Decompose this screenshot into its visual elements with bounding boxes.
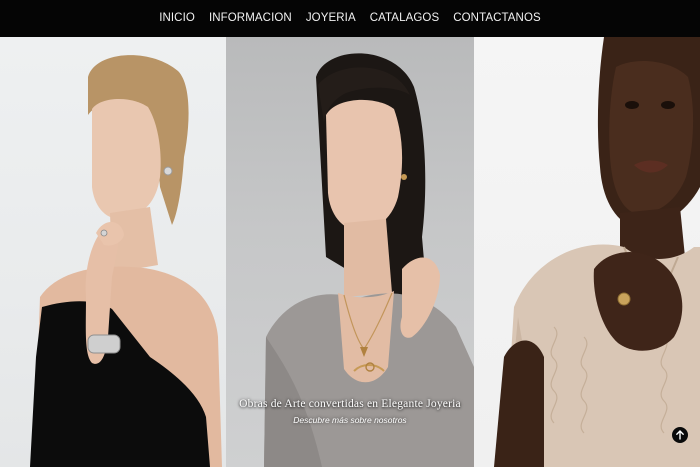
nav-item-contactanos[interactable]: CONTACTANOS	[453, 0, 541, 37]
nav-item-joyeria[interactable]: JOYERIA	[306, 0, 356, 37]
hero-title: Obras de Arte convertidas en Elegante Jo…	[239, 398, 461, 410]
hero-discover-link[interactable]: Descubre más sobre nosotros	[293, 415, 406, 425]
model-knit-vest-illustration	[494, 37, 700, 467]
nav-item-inicio[interactable]: INICIO	[159, 0, 195, 37]
model-black-dress-illustration	[30, 55, 222, 467]
top-navigation: INICIO INFORMACION JOYERIA CATALAGOS CON…	[0, 0, 700, 37]
nav-item-informacion[interactable]: INFORMACION	[209, 0, 292, 37]
hero-caption: Obras de Arte convertidas en Elegante Jo…	[226, 398, 474, 428]
page: INICIO INFORMACION JOYERIA CATALAGOS CON…	[0, 0, 700, 467]
scroll-to-top-button[interactable]	[672, 427, 688, 443]
hero-photo-model-black-dress	[0, 37, 226, 467]
arrow-up-icon	[676, 430, 684, 440]
nav-item-catalagos[interactable]: CATALAGOS	[370, 0, 440, 37]
hero-photo-model-knit-vest	[474, 37, 700, 467]
